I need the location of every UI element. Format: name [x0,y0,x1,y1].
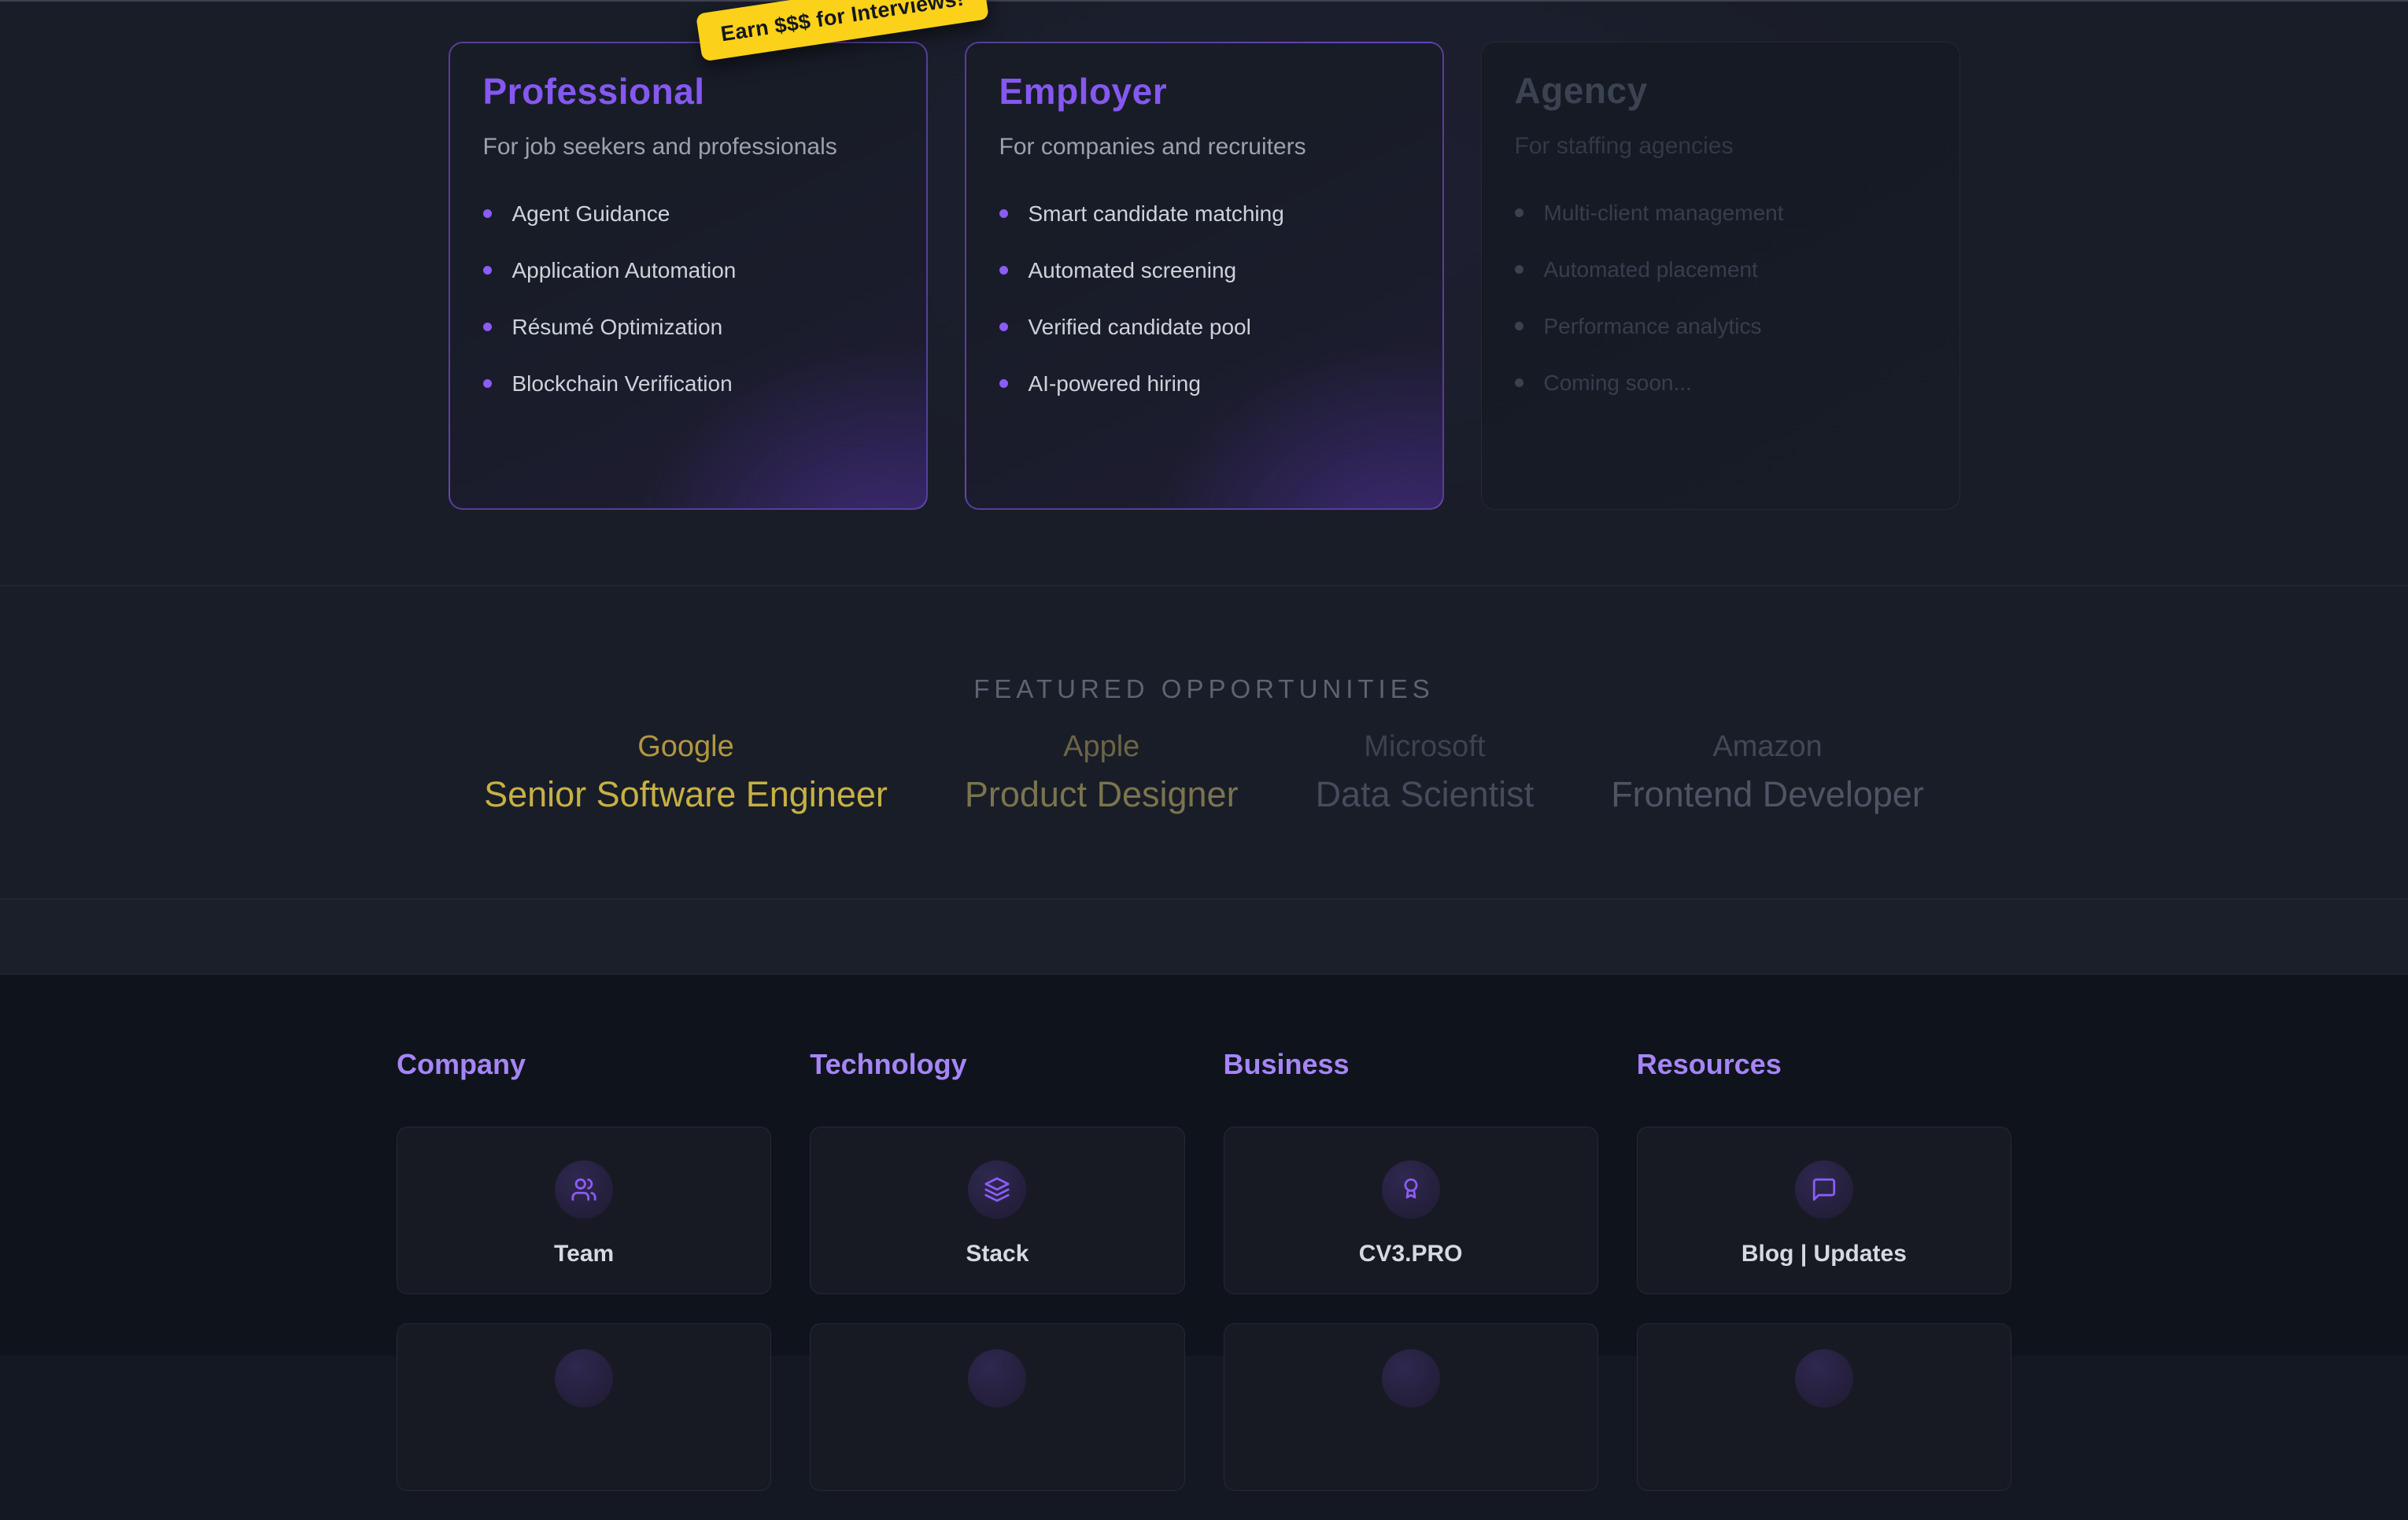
feature-label: Blockchain Verification [512,371,733,397]
divider-strip [0,899,2408,975]
feature-item: Application Automation [483,257,893,284]
plan-subtitle: For staffing agencies [1515,132,1926,160]
feature-item: Automated screening [999,257,1409,284]
bullet-dot-icon [1515,378,1523,387]
footer-link-card-partial[interactable] [810,1323,1184,1491]
footer-column-heading: Resources [1637,1049,2011,1080]
hidden-icon [1795,1349,1853,1407]
feature-item: Agent Guidance [483,201,893,227]
hidden-icon [555,1349,613,1407]
footer-card-label: Blog | Updates [1741,1241,1907,1267]
footer-column-heading: Company [397,1049,771,1080]
plan-feature-list: Agent Guidance Application Automation Ré… [483,201,893,397]
job-role: Frontend Developer [1611,775,1924,814]
message-icon [1795,1160,1853,1219]
job-role: Senior Software Engineer [484,775,888,814]
plan-card-professional[interactable]: Professional For job seekers and profess… [449,42,928,510]
feature-item: Verified candidate pool [999,314,1409,341]
footer: Company Team Technology Stack [0,975,2408,1356]
footer-inner: Company Team Technology Stack [397,975,2011,1520]
feature-item: Résumé Optimization [483,314,893,341]
plan-feature-list: Smart candidate matching Automated scree… [999,201,1409,397]
bullet-dot-icon [999,209,1008,218]
plan-title: Agency [1515,71,1926,111]
feature-label: Application Automation [512,258,737,283]
feature-label: Smart candidate matching [1029,201,1284,227]
feature-label: Multi-client management [1544,201,1784,226]
bullet-dot-icon [999,266,1008,275]
job-company: Amazon [1611,731,1924,764]
job-role: Product Designer [965,775,1239,814]
footer-column-technology: Technology Stack [810,1049,1184,1520]
footer-card-label: Team [554,1241,614,1267]
bullet-dot-icon [483,379,492,388]
users-icon [555,1160,613,1219]
featured-opportunities-section: FEATURED OPPORTUNITIES Google Senior Sof… [0,586,2408,899]
job-role: Data Scientist [1316,775,1535,814]
feature-item: Automated placement [1515,256,1926,283]
job-item-amazon[interactable]: Amazon Frontend Developer [1611,731,1924,813]
footer-link-card-cv3pro[interactable]: CV3.PRO [1224,1127,1598,1294]
bullet-dot-icon [1515,322,1523,330]
feature-label: Coming soon... [1544,371,1692,396]
plan-subtitle: For job seekers and professionals [483,133,893,161]
footer-link-card-blog[interactable]: Blog | Updates [1637,1127,2011,1294]
feature-item: Coming soon... [1515,370,1926,397]
feature-label: Automated screening [1029,258,1237,283]
footer-column-heading: Technology [810,1049,1184,1080]
plan-card-employer[interactable]: Employer For companies and recruiters Sm… [965,42,1444,510]
feature-label: Agent Guidance [512,201,670,227]
feature-item: Blockchain Verification [483,371,893,397]
plan-card-agency: Agency For staffing agencies Multi-clien… [1481,42,1960,510]
feature-item: Smart candidate matching [999,201,1409,227]
footer-link-card-partial[interactable] [1637,1323,2011,1491]
footer-card-label: Stack [966,1241,1029,1267]
footer-columns: Company Team Technology Stack [397,1049,2011,1520]
plans-row: Professional For job seekers and profess… [0,42,2408,510]
footer-link-card-stack[interactable]: Stack [810,1127,1184,1294]
footer-column-resources: Resources Blog | Updates [1637,1049,2011,1520]
hidden-icon [1382,1349,1440,1407]
footer-column-heading: Business [1224,1049,1598,1080]
feature-label: Verified candidate pool [1029,315,1251,340]
plan-feature-list: Multi-client management Automated placem… [1515,200,1926,397]
bullet-dot-icon [999,379,1008,388]
bullet-dot-icon [1515,208,1523,217]
footer-link-card-team[interactable]: Team [397,1127,771,1294]
footer-card-label: CV3.PRO [1359,1241,1463,1267]
job-item-google[interactable]: Google Senior Software Engineer [484,731,888,813]
feature-item: Multi-client management [1515,200,1926,227]
hidden-icon [968,1349,1026,1407]
job-item-microsoft[interactable]: Microsoft Data Scientist [1316,731,1535,813]
footer-column-business: Business CV3.PRO [1224,1049,1598,1520]
footer-link-card-partial[interactable] [397,1323,771,1491]
feature-label: AI-powered hiring [1029,371,1201,397]
plan-title: Professional [483,72,893,112]
bullet-dot-icon [999,323,1008,331]
feature-item: Performance analytics [1515,313,1926,340]
plans-section: Earn $$$ for Interviews! Professional Fo… [0,0,2408,586]
bullet-dot-icon [483,266,492,275]
bullet-dot-icon [483,209,492,218]
job-company: Microsoft [1316,731,1535,764]
feature-item: AI-powered hiring [999,371,1409,397]
plan-subtitle: For companies and recruiters [999,133,1409,161]
plan-title: Employer [999,72,1409,112]
bullet-dot-icon [483,323,492,331]
feature-label: Performance analytics [1544,314,1762,339]
layers-icon [968,1160,1026,1219]
bullet-dot-icon [1515,265,1523,274]
footer-column-company: Company Team [397,1049,771,1520]
featured-heading: FEATURED OPPORTUNITIES [0,586,2408,704]
job-company: Google [484,731,888,764]
feature-label: Résumé Optimization [512,315,723,340]
job-item-apple[interactable]: Apple Product Designer [965,731,1239,813]
feature-label: Automated placement [1544,257,1758,282]
jobs-carousel: Google Senior Software Engineer Apple Pr… [0,731,2408,813]
award-icon [1382,1160,1440,1219]
footer-link-card-partial[interactable] [1224,1323,1598,1491]
job-company: Apple [965,731,1239,764]
